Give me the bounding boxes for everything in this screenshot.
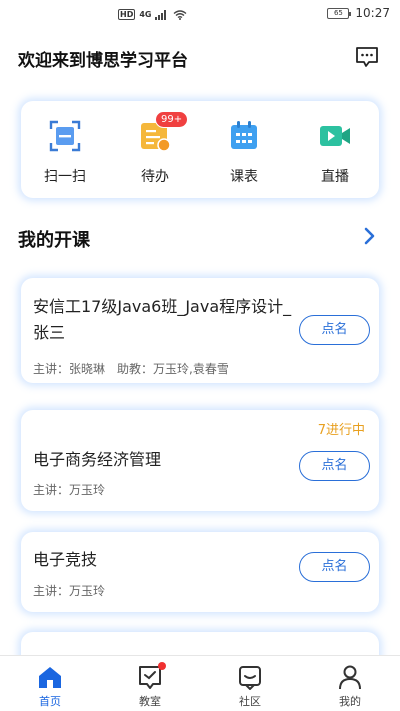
course-teacher: 主讲：张晓琳 助教：万玉玲,袁春雪: [33, 362, 229, 376]
status-icons: HD 4G: [118, 9, 187, 20]
notification-dot: [158, 662, 166, 670]
hd-indicator: HD: [118, 9, 136, 20]
course-card[interactable]: 电子竞技 主讲：万玉玲 点名: [21, 532, 379, 612]
scan-button[interactable]: 扫一扫: [35, 119, 95, 186]
roll-call-button[interactable]: 点名: [299, 315, 370, 345]
battery-icon: 65: [327, 7, 352, 19]
scan-label: 扫一扫: [44, 169, 86, 185]
calendar-icon: [227, 119, 261, 153]
live-button[interactable]: 直播: [305, 119, 365, 186]
roll-call-button[interactable]: 点名: [299, 451, 370, 481]
course-teacher: 主讲：万玉玲: [33, 584, 106, 598]
course-card[interactable]: 7进行中 电子商务经济管理 主讲：万玉玲 点名: [21, 410, 379, 511]
status-bar: HD 4G 65 10:27: [0, 0, 400, 28]
message-button[interactable]: [355, 46, 379, 68]
todo-label: 待办: [141, 169, 169, 185]
todo-icon: 99+: [138, 111, 189, 153]
todo-button[interactable]: 99+ 待办: [125, 111, 189, 186]
nav-community-label: 社区: [239, 695, 261, 708]
signal-icon: 4G: [139, 10, 152, 19]
nav-home[interactable]: 首页: [20, 664, 80, 709]
signal-bars-icon: [155, 9, 167, 20]
course-status: 7进行中: [317, 423, 365, 438]
course-card[interactable]: 安信工17级Java6班_Java程序设计_张三 主讲：张晓琳 助教：万玉玲,袁…: [21, 278, 379, 383]
schedule-button[interactable]: 课表: [214, 119, 274, 186]
wifi-icon: [174, 9, 187, 20]
todo-badge: 99+: [155, 111, 189, 128]
course-name: 电子商务经济管理: [33, 450, 162, 469]
community-icon: [237, 664, 263, 691]
course-name: 安信工17级Java6班_Java程序设计_张三: [33, 297, 292, 342]
schedule-label: 课表: [230, 169, 258, 185]
section-title: 我的开课: [18, 230, 90, 251]
nav-profile[interactable]: 我的: [320, 664, 380, 709]
scan-icon: [48, 119, 82, 153]
more-button[interactable]: [362, 226, 378, 246]
nav-home-label: 首页: [39, 695, 61, 708]
bottom-nav: 首页 教室 社区 我的: [0, 655, 400, 711]
roll-call-button[interactable]: 点名: [299, 552, 370, 582]
user-icon: [337, 664, 363, 690]
nav-profile-label: 我的: [339, 695, 361, 708]
video-camera-icon: [318, 119, 352, 153]
page-title: 欢迎来到博思学习平台: [18, 51, 188, 71]
nav-classroom-label: 教室: [139, 695, 161, 708]
clock: 10:27: [355, 6, 390, 20]
classroom-icon: [137, 662, 166, 690]
quick-menu: 扫一扫 99+ 待办 课表 直播: [21, 101, 379, 198]
chevron-right-icon: [364, 227, 375, 245]
nav-classroom[interactable]: 教室: [120, 662, 180, 709]
course-teacher: 主讲：万玉玲: [33, 483, 106, 497]
course-name: 电子竞技: [33, 550, 98, 569]
live-label: 直播: [321, 169, 349, 185]
nav-community[interactable]: 社区: [220, 664, 280, 709]
home-icon: [37, 664, 63, 690]
message-icon: [356, 47, 378, 67]
